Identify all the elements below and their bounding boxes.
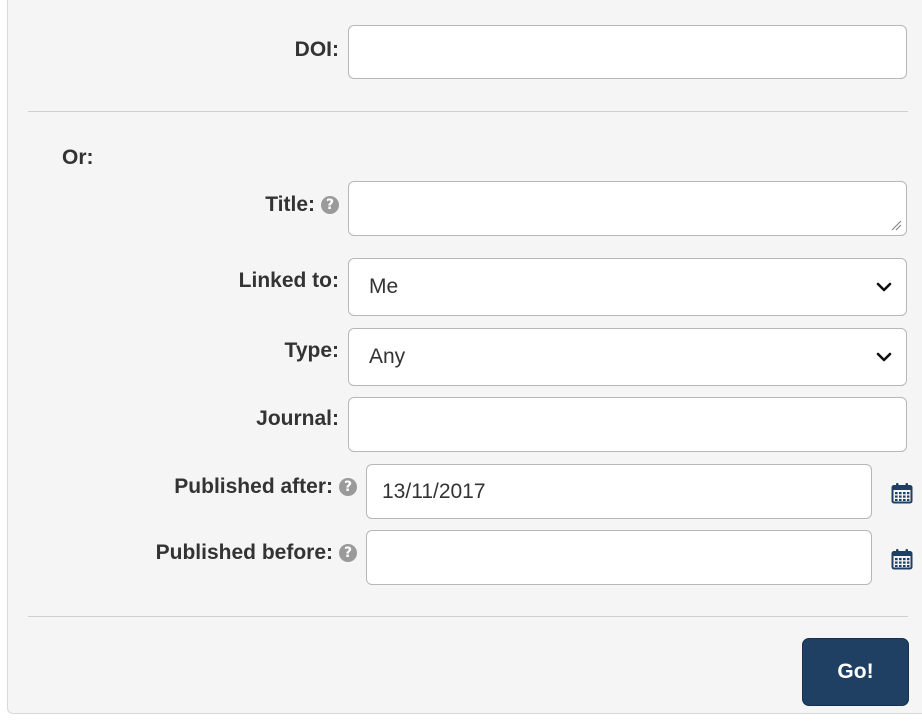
published-before-input[interactable] — [366, 530, 872, 585]
linked-to-select[interactable]: Me — [348, 258, 907, 316]
published-after-label-text: Published after: — [174, 475, 333, 498]
published-before-label: Published before: ? — [156, 541, 357, 565]
resize-grip-icon[interactable] — [890, 219, 902, 231]
journal-input[interactable] — [348, 397, 907, 452]
published-after-input[interactable]: 13/11/2017 — [366, 464, 872, 519]
doi-label: DOI: — [295, 38, 339, 62]
go-button[interactable]: Go! — [802, 638, 909, 706]
journal-label-text: Journal: — [256, 407, 339, 430]
linked-to-selected-value: Me — [369, 275, 399, 298]
type-label-text: Type: — [284, 339, 339, 362]
linked-to-label: Linked to: — [239, 269, 339, 293]
calendar-icon[interactable] — [891, 548, 913, 570]
type-select[interactable]: Any — [348, 328, 907, 386]
chevron-down-icon — [876, 282, 892, 292]
help-icon[interactable]: ? — [339, 478, 357, 496]
type-label: Type: — [285, 339, 339, 363]
journal-label: Journal: — [256, 407, 339, 431]
chevron-down-icon — [876, 352, 892, 362]
title-textarea[interactable] — [348, 181, 907, 236]
calendar-icon[interactable] — [891, 482, 913, 504]
doi-label-text: DOI: — [294, 38, 339, 61]
divider-top — [28, 111, 908, 112]
title-label: Title: ? — [265, 193, 339, 217]
or-label: Or: — [62, 146, 94, 169]
help-icon[interactable]: ? — [339, 544, 357, 562]
published-before-label-text: Published before: — [155, 541, 333, 564]
linked-to-label-text: Linked to: — [238, 269, 339, 292]
type-selected-value: Any — [369, 345, 406, 368]
divider-bottom — [28, 616, 908, 617]
doi-input[interactable] — [348, 25, 907, 79]
title-label-text: Title: — [265, 193, 315, 216]
published-after-label: Published after: ? — [174, 475, 357, 499]
help-icon[interactable]: ? — [321, 196, 339, 214]
